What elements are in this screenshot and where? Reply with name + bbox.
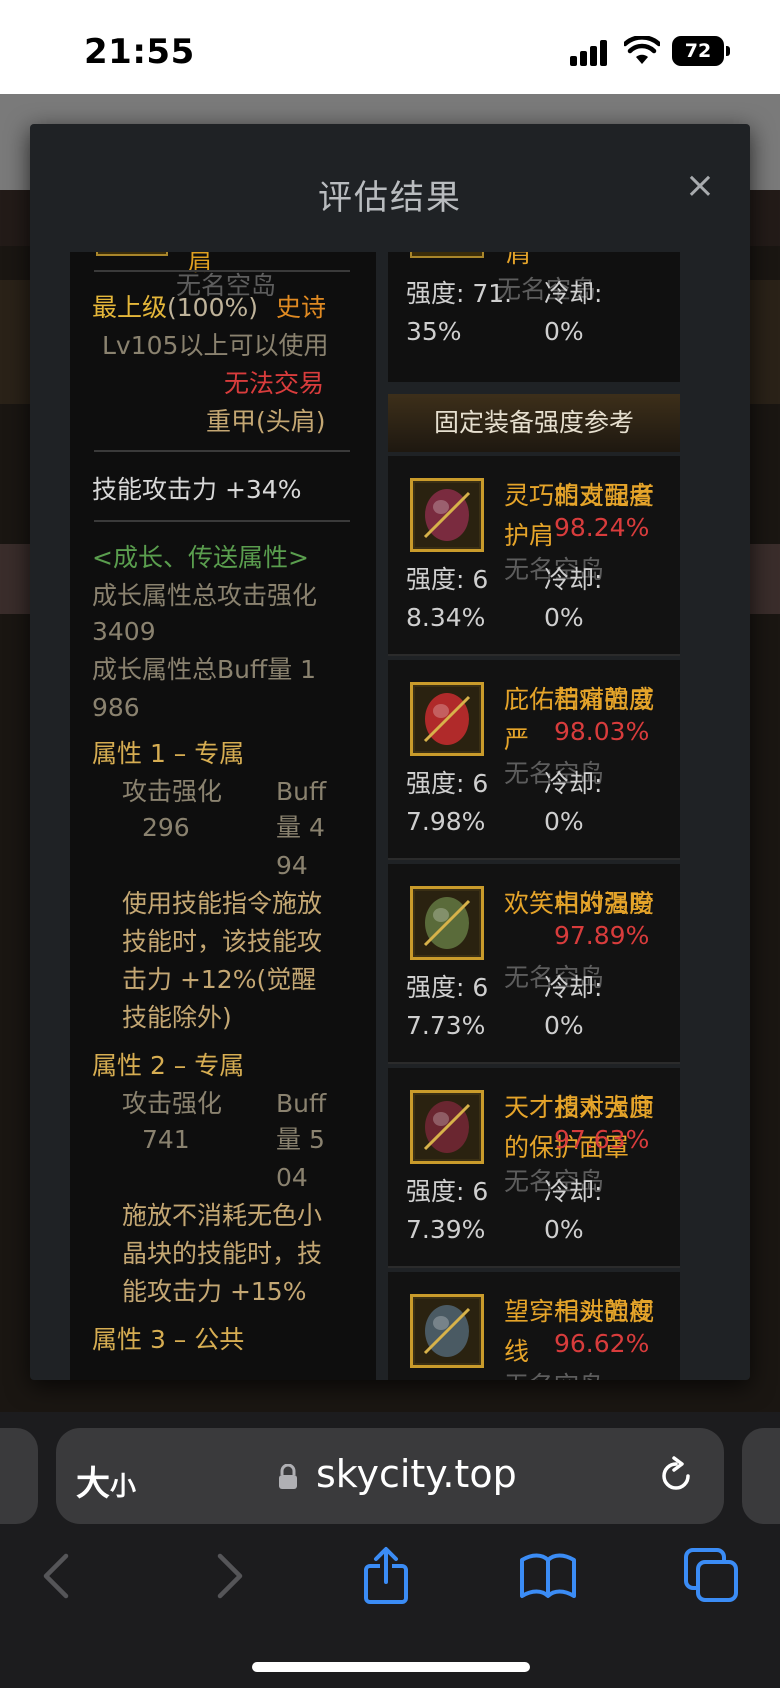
level-requirement: Lv105以上可以使用	[102, 331, 329, 360]
attribute-1-desc: 技能除外)	[122, 1003, 232, 1032]
cooldown-value: 0%	[544, 807, 584, 836]
attribute-1-buff-label: Buff	[276, 777, 327, 806]
attribute-2-desc: 能攻击力 +15%	[122, 1277, 307, 1306]
attribute-1-attack-label: 攻击强化	[122, 777, 223, 806]
reference-card[interactable]: 无名空岛 灵巧的支配者护肩 相对强度 98.24% 强度: 6 8.34% 冷却: 0%	[388, 456, 680, 656]
armor-type: 重甲(头肩)	[206, 407, 326, 436]
attribute-1-buff-line: 量 4	[276, 813, 325, 842]
red-cape-icon	[410, 682, 484, 756]
bookmarks-icon[interactable]	[518, 1546, 578, 1606]
attribute-2-buff-line: 量 5	[276, 1125, 325, 1154]
cooldown-label: 冷却:	[544, 1376, 602, 1380]
attribute-2-attack-value: 741	[142, 1125, 190, 1154]
close-icon[interactable]: ×	[680, 166, 720, 206]
next-tab-preview[interactable]	[742, 1428, 780, 1524]
growth-header: <成长、传送属性>	[92, 543, 309, 572]
lock-icon	[279, 1464, 297, 1489]
evaluation-modal: 评估结果 × 肩 无名空岛 最上级(100%) 史诗 Lv105以上可以使用 无…	[30, 124, 750, 1380]
modal-body[interactable]: 肩 无名空岛 最上级(100%) 史诗 Lv105以上可以使用 无法交易 重甲(…	[70, 252, 712, 1380]
back-icon[interactable]	[28, 1546, 88, 1606]
strength-value: 强度: 71.	[406, 279, 513, 308]
item-icon	[96, 252, 168, 256]
reference-card[interactable]: 无名空岛 庇佑苦痛的威严 相对强度 98.03% 强度: 6 7.98% 冷却: 0%	[388, 660, 680, 860]
current-item-summary: 肩 无名空岛 强度: 71. 35% 冷却: 0%	[388, 252, 680, 382]
relative-strength-value: 98.24%	[554, 513, 650, 542]
relative-strength-value: 98.03%	[554, 717, 650, 746]
reference-header: 固定装备强度参考	[388, 394, 680, 452]
divider	[94, 450, 350, 452]
growth-attack-value: 3409	[92, 617, 156, 646]
horned-helm-icon	[410, 1294, 484, 1368]
item-grade: 最上级(100%)	[92, 293, 258, 322]
attribute-2-desc: 晶块的技能时，技	[122, 1239, 323, 1268]
strength-value: 7.98%	[406, 807, 486, 836]
cooldown-label: 冷却:	[544, 565, 603, 594]
strength-value: 7.73%	[406, 1011, 486, 1040]
attribute-2-attack-label: 攻击强化	[122, 1089, 223, 1118]
growth-buff-value: 986	[92, 693, 140, 722]
growth-buff-label: 成长属性总Buff量 1	[92, 655, 317, 684]
status-bar: 21:55 72	[0, 0, 780, 94]
strength-label: 强度: 6	[406, 1376, 488, 1380]
cooldown-label: 冷却:	[544, 1177, 603, 1206]
share-icon[interactable]	[356, 1546, 416, 1606]
attribute-2-desc: 施放不消耗无色小	[122, 1201, 323, 1230]
relative-strength-value: 97.63%	[554, 1125, 650, 1154]
strength-value-cont: 35%	[406, 317, 462, 346]
growth-attack-label: 成长属性总攻击强化	[92, 581, 318, 610]
relative-strength-value: 96.62%	[554, 1329, 650, 1358]
reference-card[interactable]: 无名空岛 天才技术大师的保护面罩 相对强度 97.63% 强度: 6 7.39% 冷却: 0%	[388, 1068, 680, 1268]
forward-icon[interactable]	[198, 1546, 258, 1606]
strength-label: 强度: 6	[406, 769, 489, 798]
url-text[interactable]: skycity.top	[316, 1452, 517, 1496]
trade-status: 无法交易	[224, 369, 325, 398]
modal-title: 评估结果	[318, 178, 462, 218]
attribute-1-desc: 技能时，该技能攻	[122, 927, 323, 956]
tabs-icon[interactable]	[682, 1546, 742, 1606]
cellular-signal-icon	[570, 40, 610, 66]
strength-value: 7.39%	[406, 1215, 486, 1244]
attribute-2-buff-label: Buff	[276, 1089, 327, 1118]
cooldown-label: 冷却:	[544, 279, 603, 308]
attribute-1-buff-value: 94	[276, 851, 308, 880]
strength-value: 8.34%	[406, 603, 486, 632]
reference-card[interactable]: 无名空岛 欢笑中的渴盼 相对强度 97.89% 强度: 6 7.73% 冷却: 0%	[388, 864, 680, 1064]
strength-label: 强度: 6	[406, 1177, 489, 1206]
battery-level: 72	[672, 36, 724, 66]
item-icon	[410, 252, 484, 258]
cooldown-value: 0%	[544, 1011, 584, 1040]
item-rarity: 史诗	[276, 293, 327, 322]
cooldown-value: 0%	[544, 1215, 584, 1244]
cooldown-value: 0%	[544, 317, 584, 346]
home-indicator	[252, 1662, 530, 1672]
attribute-3-title: 属性 3 – 公共	[92, 1325, 245, 1354]
shoulder-armor-icon	[410, 478, 484, 552]
address-bar[interactable]: 大小 skycity.top	[56, 1428, 724, 1524]
cooldown-label: 冷却:	[544, 973, 603, 1002]
attribute-1-desc: 击力 +12%(觉醒	[122, 965, 317, 994]
divider	[94, 520, 350, 522]
cooldown-value: 0%	[544, 603, 584, 632]
browser-toolbar: 大小 skycity.top	[0, 1412, 780, 1688]
attribute-1-attack-value: 296	[142, 813, 190, 842]
reload-icon[interactable]	[654, 1454, 698, 1498]
attribute-2-buff-value: 04	[276, 1163, 308, 1192]
cooldown-label: 冷却:	[544, 769, 603, 798]
strength-label: 强度: 6	[406, 973, 489, 1002]
item-tooltip-panel: 肩 无名空岛 最上级(100%) 史诗 Lv105以上可以使用 无法交易 重甲(…	[70, 252, 376, 1380]
battery-icon: 72	[672, 36, 730, 66]
clock: 21:55	[84, 32, 195, 72]
skill-attack: 技能攻击力 +34%	[92, 475, 302, 504]
goblin-armor-icon	[410, 886, 484, 960]
attribute-2-title: 属性 2 – 专属	[92, 1051, 245, 1080]
attribute-1-title: 属性 1 – 专属	[92, 739, 245, 768]
text-size-button[interactable]: 大小	[76, 1456, 136, 1505]
mask-icon	[410, 1090, 484, 1164]
reference-card[interactable]: 无名空岛望穿千头的视线相对强度96.62%强度: 6冷却:0%	[388, 1272, 680, 1380]
wifi-icon	[624, 36, 660, 64]
attribute-1-desc: 使用技能指令施放	[122, 889, 323, 918]
strength-label: 强度: 6	[406, 565, 489, 594]
previous-tab-preview[interactable]	[0, 1428, 38, 1524]
relative-strength-value: 97.89%	[554, 921, 650, 950]
